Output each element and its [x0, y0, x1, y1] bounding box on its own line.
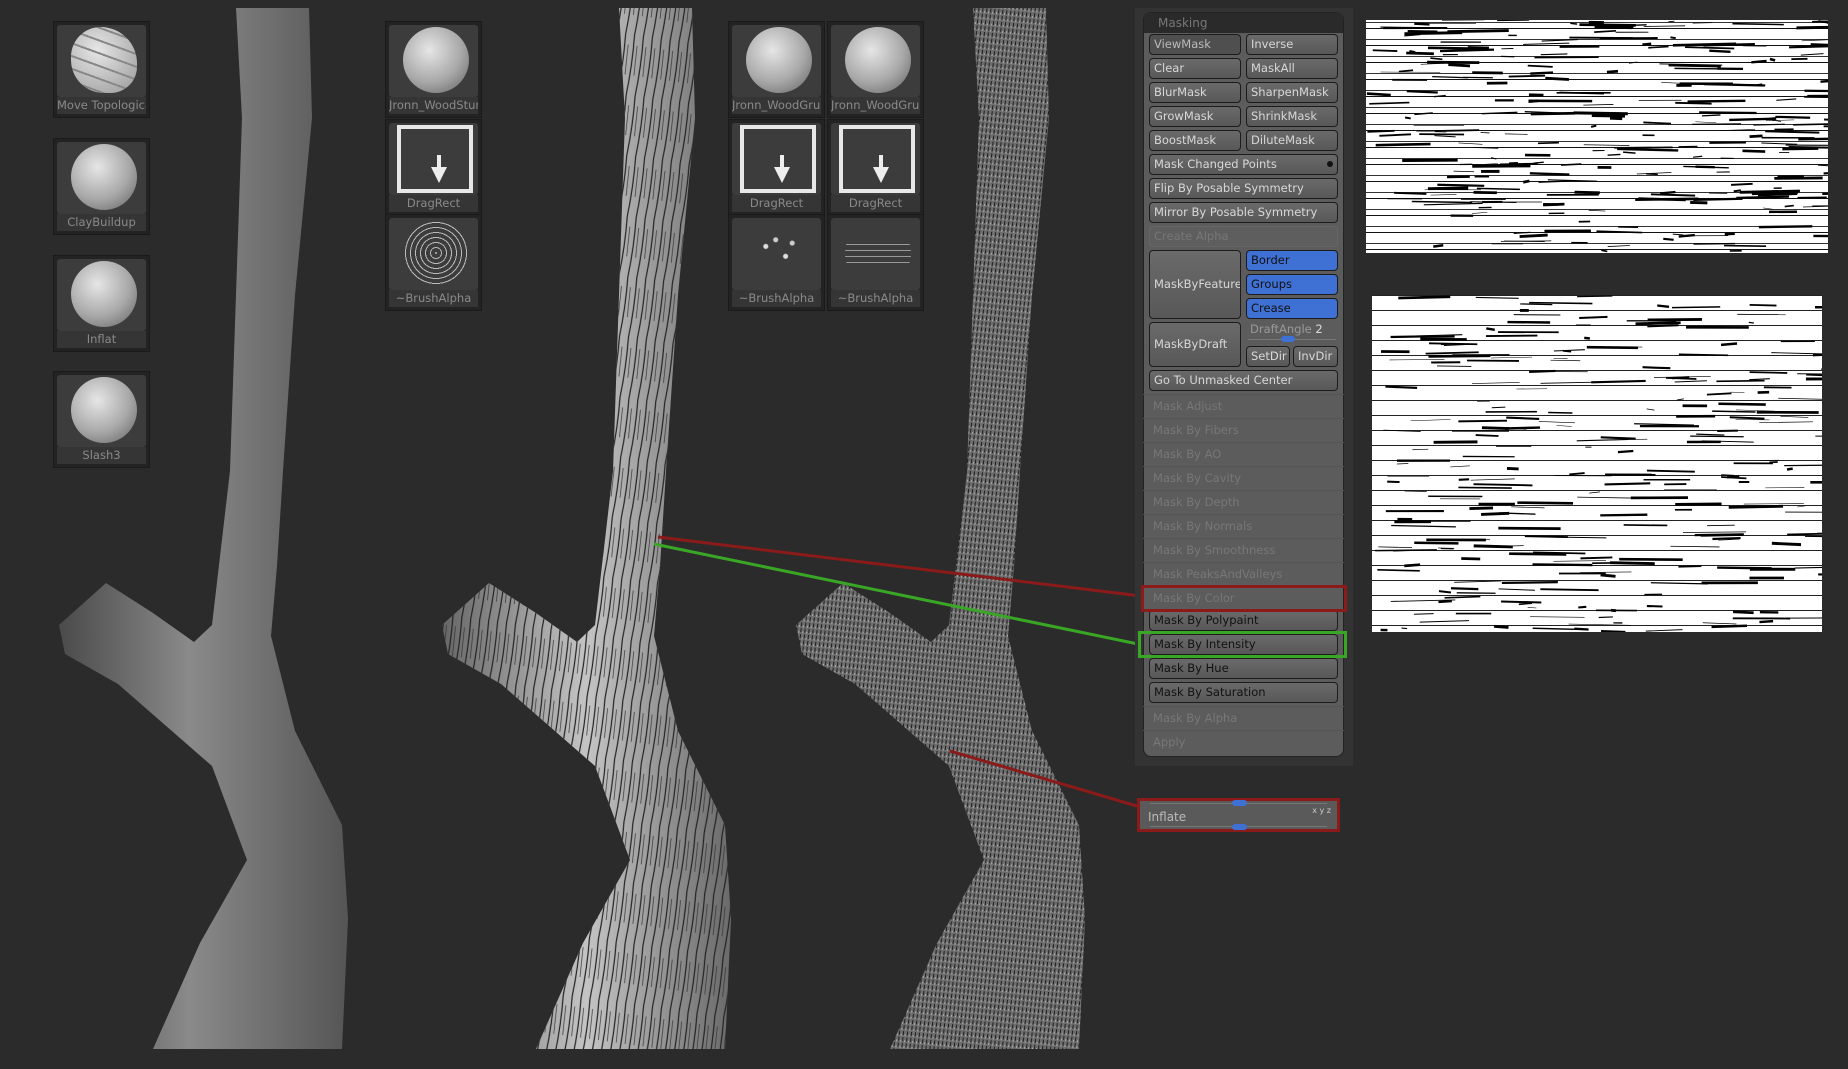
mask-list-item-mask-adjust[interactable]: Mask Adjust [1143, 394, 1344, 418]
stroke-dragrect[interactable]: DragRect [827, 119, 924, 216]
growmask-button[interactable]: GrowMask [1149, 106, 1241, 127]
go-to-unmasked-center-button[interactable]: Go To Unmasked Center [1149, 370, 1338, 391]
slider-handle[interactable] [1232, 824, 1247, 830]
border-toggle[interactable]: Border [1246, 250, 1338, 271]
brush-slash3[interactable]: Slash3 [53, 371, 150, 468]
sharpenmask-button[interactable]: SharpenMask [1246, 82, 1338, 103]
brush-preview-icon [71, 377, 137, 443]
highlight-mask-by-color [1141, 585, 1347, 612]
mask-list-item-mask-by-saturation[interactable]: Mask By Saturation [1149, 682, 1338, 703]
brush-inflat[interactable]: Inflat [53, 255, 150, 352]
masking-title: Masking [1144, 13, 1343, 33]
wood-texture-intensity-map-1 [1366, 20, 1828, 253]
alpha-label: ~BrushAlpha [389, 290, 478, 307]
alpha-streaks-icon [845, 239, 911, 267]
create-alpha-button[interactable]: Create Alpha [1149, 226, 1338, 247]
mask-list-item-mask-peaksandvalleys[interactable]: Mask PeaksAndValleys [1143, 562, 1344, 586]
mask-list-item-mask-by-alpha[interactable]: Mask By Alpha [1143, 706, 1344, 730]
brush-preview-icon [845, 27, 911, 93]
highlight-mask-by-intensity [1138, 631, 1347, 658]
brush-wood-grain-2[interactable]: Jronn_WoodGrur [827, 21, 924, 118]
mask-list-item-mask-by-cavity[interactable]: Mask By Cavity [1143, 466, 1344, 490]
drag-rect-icon [740, 125, 816, 193]
alpha-thumb[interactable]: ~BrushAlpha [827, 214, 924, 311]
boostmask-button[interactable]: BoostMask [1149, 130, 1241, 151]
alpha-dots-icon [746, 220, 812, 286]
inflate-slider[interactable]: Inflate x y z [1137, 798, 1340, 832]
mask-changed-points-label: Mask Changed Points [1154, 157, 1277, 171]
invdir-button[interactable]: InvDir [1293, 346, 1338, 367]
alpha-rings-icon [403, 220, 469, 286]
maskbydraft-button[interactable]: MaskByDraft [1149, 322, 1241, 367]
stroke-dragrect[interactable]: DragRect [728, 119, 825, 216]
clear-button[interactable]: Clear [1149, 58, 1241, 79]
brush-wood-stump[interactable]: Jronn_WoodStum [385, 21, 482, 118]
groups-toggle[interactable]: Groups [1246, 274, 1338, 295]
setdir-button[interactable]: SetDir [1246, 346, 1290, 367]
brush-label: Jronn_WoodGrur [732, 97, 821, 114]
alpha-label: ~BrushAlpha [831, 290, 920, 307]
brush-label: ClayBuildup [57, 214, 146, 231]
brush-label: Jronn_WoodGrur [831, 97, 920, 114]
stroke-label: DragRect [732, 195, 821, 212]
brush-label: Jronn_WoodStum [389, 97, 478, 114]
brush-label: Move Topologica [57, 97, 146, 114]
mask-list-item-mask-by-normals[interactable]: Mask By Normals [1143, 514, 1344, 538]
mask-changed-points-button[interactable]: Mask Changed Points [1149, 154, 1338, 175]
brush-claybuildup[interactable]: ClayBuildup [53, 138, 150, 235]
mask-list-item-mask-by-hue[interactable]: Mask By Hue [1149, 658, 1338, 679]
dilutemask-button[interactable]: DiluteMask [1246, 130, 1338, 151]
stroke-dragrect[interactable]: DragRect [385, 119, 482, 216]
xyz-axis-toggle[interactable]: x y z [1312, 806, 1331, 815]
brush-move-topological[interactable]: Move Topologica [53, 21, 150, 118]
drag-rect-icon [839, 125, 915, 193]
mask-list-item-apply[interactable]: Apply [1143, 730, 1344, 754]
brush-preview-icon [71, 144, 137, 210]
crease-toggle[interactable]: Crease [1246, 298, 1338, 319]
alpha-thumb[interactable]: ~BrushAlpha [728, 214, 825, 311]
brush-preview-icon [71, 27, 137, 93]
wood-grain-branch [442, 8, 731, 1049]
mask-list-item-mask-by-depth[interactable]: Mask By Depth [1143, 490, 1344, 514]
toggle-dot-icon [1327, 161, 1333, 167]
alpha-thumb[interactable]: ~BrushAlpha [385, 214, 482, 311]
brush-preview-icon [71, 261, 137, 327]
brush-label: Inflat [57, 331, 146, 348]
slider-handle[interactable] [1281, 336, 1295, 342]
wood-texture-intensity-map-2 [1372, 295, 1822, 632]
mirror-posable-symmetry-button[interactable]: Mirror By Posable Symmetry [1149, 202, 1338, 223]
mask-list-item-mask-by-ao[interactable]: Mask By AO [1143, 442, 1344, 466]
draftangle-slider[interactable]: DraftAngle 2 [1246, 322, 1338, 344]
stroke-label: DragRect [831, 195, 920, 212]
callout-line-red [657, 535, 1142, 598]
draftangle-value: 2 [1315, 322, 1323, 336]
mask-list-item-mask-by-polypaint[interactable]: Mask By Polypaint [1149, 610, 1338, 631]
mask-list-item-mask-by-smoothness[interactable]: Mask By Smoothness [1143, 538, 1344, 562]
viewmask-button[interactable]: ViewMask [1149, 34, 1241, 55]
alpha-label: ~BrushAlpha [732, 290, 821, 307]
brush-label: Slash3 [57, 447, 146, 464]
slider-handle[interactable] [1232, 800, 1247, 806]
maskbyfeature-button[interactable]: MaskByFeature [1149, 250, 1241, 319]
flip-posable-symmetry-button[interactable]: Flip By Posable Symmetry [1149, 178, 1338, 199]
drag-rect-icon [397, 125, 473, 193]
brush-preview-icon [746, 27, 812, 93]
stroke-label: DragRect [389, 195, 478, 212]
brush-wood-grain-1[interactable]: Jronn_WoodGrur [728, 21, 825, 118]
shrinkmask-button[interactable]: ShrinkMask [1246, 106, 1338, 127]
blurmask-button[interactable]: BlurMask [1149, 82, 1241, 103]
draftangle-label: DraftAngle [1250, 322, 1312, 336]
inflate-label: Inflate [1148, 810, 1187, 824]
mask-list-item-mask-by-fibers[interactable]: Mask By Fibers [1143, 418, 1344, 442]
inverse-button[interactable]: Inverse [1246, 34, 1338, 55]
maskall-button[interactable]: MaskAll [1246, 58, 1338, 79]
brush-preview-icon [403, 27, 469, 93]
